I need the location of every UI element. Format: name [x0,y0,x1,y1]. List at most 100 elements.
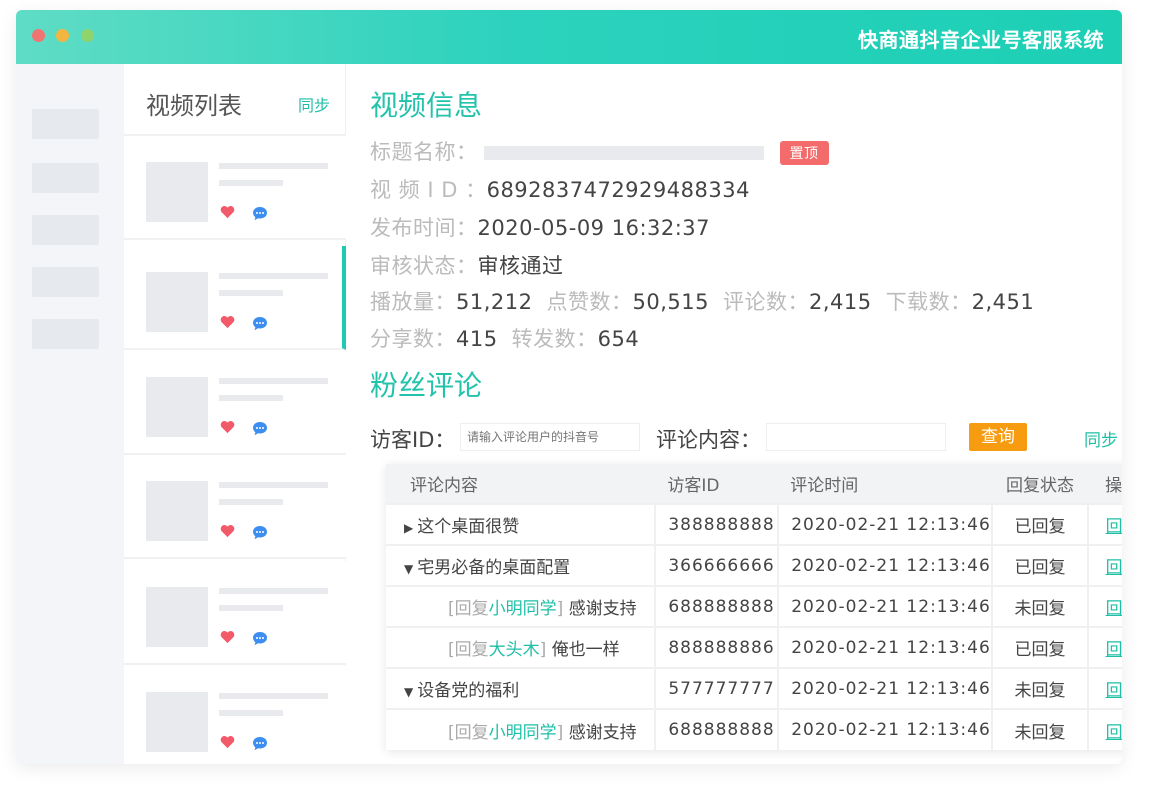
video-subtitle-placeholder [219,290,283,296]
comment-time-cell: 2020-02-21 12:13:46 [778,503,993,545]
header-actions: 操作 [1088,464,1122,504]
visitor-id-cell: 688888888 [655,585,780,627]
video-card[interactable] [124,561,346,665]
video-thumbnail [146,481,208,541]
comment-content-cell: [回复小明同学] 感谢支持 [386,585,657,627]
video-card[interactable] [124,246,346,350]
forward-count-label: 转发数： [511,327,598,351]
nav-item-5[interactable] [32,319,99,349]
pin-badge: 置顶 [779,141,829,165]
comment-time-cell: 2020-02-21 12:13:46 [778,667,993,709]
comment-count-label: 评论数： [722,290,809,314]
heart-icon[interactable] [220,735,235,749]
reply-prefix: [回复 [448,599,489,619]
fan-comments-title: 粉丝评论 [370,369,483,402]
action-cell: 回复 [1088,626,1122,668]
comment-content-cell[interactable]: ▼ 设备党的福利 [386,667,657,709]
reply-suffix: ] [539,640,547,660]
comment-bubble-icon[interactable] [252,525,268,540]
query-button[interactable]: 查询 [969,423,1027,451]
nav-item-1[interactable] [32,109,99,139]
visitor-id-input[interactable] [460,423,640,451]
comment-content-cell[interactable]: ▶ 这个桌面很赞 [386,503,657,545]
nav-item-2[interactable] [32,163,99,193]
video-title-placeholder [219,588,328,594]
app-window: 快商通抖音企业号客服系统 视频列表 同步 视频信息 标题名称： 置顶 视 频 I … [16,10,1122,764]
video-list-panel: 视频列表 同步 [124,64,346,764]
comment-time-cell: 2020-02-21 12:13:46 [778,626,993,668]
comment-count-value: 2,415 [808,290,872,314]
table-row: [回复小明同学] 感谢支持 688888888 2020-02-21 12:13:4… [386,708,1122,750]
video-card[interactable] [124,351,346,455]
left-nav [16,64,124,764]
video-id-label: 视 频 I D ： [370,178,487,202]
video-card[interactable] [124,455,346,559]
comment-bubble-icon[interactable] [252,316,268,331]
table-header-row: 评论内容 访客ID 评论时间 回复状态 操作 [386,464,1122,504]
comment-text: 这个桌面很赞 [417,517,520,537]
action-cell: 回复 [1088,667,1122,709]
share-count-label: 分享数： [370,327,456,351]
reply-target-name[interactable]: 小明同学 [489,723,557,743]
expand-toggle-icon[interactable]: ▼ [404,562,413,576]
like-count-label: 点赞数： [546,290,633,314]
video-title-placeholder [219,163,328,169]
video-list-header: 视频列表 同步 [124,64,346,136]
play-count-label: 播放量： [370,290,456,314]
comment-content-cell[interactable]: ▼ 宅男必备的桌面配置 [386,544,657,586]
video-list-sync-button[interactable]: 同步 [298,92,330,116]
heart-icon[interactable] [220,630,235,644]
expand-toggle-icon[interactable]: ▼ [404,685,413,699]
table-row: [回复小明同学] 感谢支持 688888888 2020-02-21 12:13:4… [386,585,1122,627]
expand-toggle-icon[interactable]: ▶ [404,521,413,535]
reply-button[interactable]: 回复 [1106,640,1122,660]
heart-icon[interactable] [220,205,235,219]
minimize-dot-icon[interactable] [56,29,69,42]
comments-sync-button[interactable]: 同步 [1084,426,1118,451]
reply-suffix: ] [556,722,564,743]
close-dot-icon[interactable] [32,29,45,42]
visitor-id-cell: 388888888 [655,503,780,545]
heart-icon[interactable] [220,315,235,329]
reply-target-name[interactable]: 大头木 [489,640,540,660]
video-title-placeholder [219,273,328,279]
reply-target-name[interactable]: 小明同学 [489,599,557,619]
reply-status-cell: 已回复 [991,503,1090,545]
publish-time-label: 发布时间： [370,216,478,240]
forward-count-value: 654 [597,327,640,351]
reply-button[interactable]: 回复 [1106,517,1122,537]
comment-content-input[interactable] [766,423,946,451]
video-title-placeholder [219,693,328,699]
reply-button[interactable]: 回复 [1106,723,1122,743]
heart-icon[interactable] [220,524,235,538]
video-card[interactable] [124,136,346,240]
comment-bubble-icon[interactable] [252,206,268,221]
video-id-value: 6892837472929488334 [486,178,750,202]
stats-row-1: 播放量：51,212 点赞数：50,515 评论数：2,415 下载数：2,451 [370,286,1034,316]
heart-icon[interactable] [220,420,235,434]
reply-button[interactable]: 回复 [1106,558,1122,578]
comment-bubble-icon[interactable] [252,736,268,751]
visitor-id-cell: 888888886 [655,626,780,668]
maximize-dot-icon[interactable] [81,29,94,42]
visitor-id-cell: 366666666 [655,544,780,586]
comments-table: 评论内容 访客ID 评论时间 回复状态 操作 ▶这个桌面很赞3888888882… [386,464,1122,750]
share-count-value: 415 [456,327,498,351]
action-cell: 回复 [1088,585,1122,627]
nav-item-3[interactable] [32,215,99,245]
review-status-label: 审核状态： [370,254,478,278]
reply-button[interactable]: 回复 [1106,681,1122,701]
comment-bubble-icon[interactable] [252,421,268,436]
video-subtitle-placeholder [219,499,283,505]
nav-item-4[interactable] [32,267,99,297]
video-card[interactable] [124,666,346,764]
comment-text: 俺也一样 [551,640,620,660]
comment-content-cell: [回复小明同学] 感谢支持 [386,708,657,750]
comment-bubble-icon[interactable] [252,631,268,646]
action-cell: 回复 [1088,708,1122,750]
reply-button[interactable]: 回复 [1106,599,1122,619]
publish-time-row: 发布时间：2020-05-09 16:32:37 [370,212,710,242]
comment-text: 感谢支持 [568,722,637,743]
review-status-value: 审核通过 [477,254,564,278]
title-bar: 快商通抖音企业号客服系统 [16,10,1122,64]
